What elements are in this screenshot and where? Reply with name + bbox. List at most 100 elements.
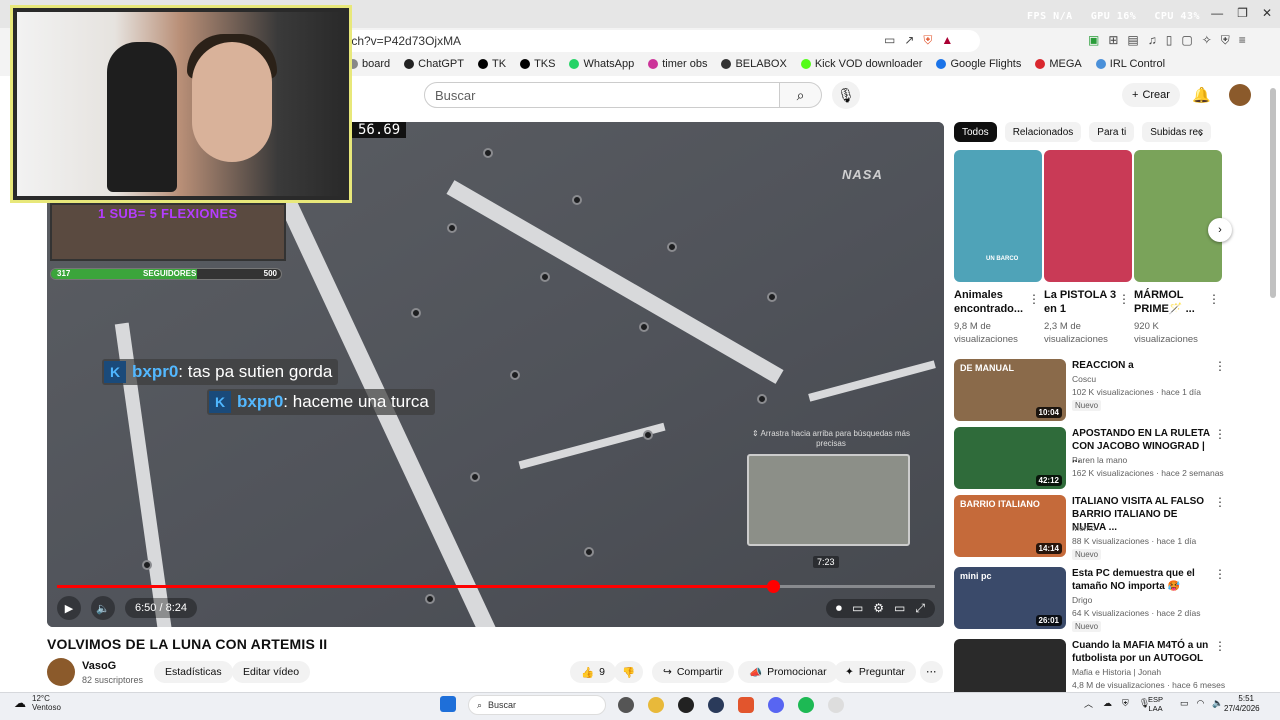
bookmark-item[interactable]: WhatsApp xyxy=(569,58,634,70)
shorts-thumbnail[interactable] xyxy=(1134,150,1222,282)
vpn-icon[interactable]: ⛨ xyxy=(1221,33,1230,48)
bookmark-item[interactable]: Kick VOD downloader xyxy=(800,58,922,70)
recommendation-title[interactable]: Cuando la MAFIA M4TÓ a un futbolista por… xyxy=(1072,639,1212,665)
more-vert-icon[interactable]: ⋮ xyxy=(1118,292,1130,306)
steam-icon[interactable] xyxy=(708,697,724,713)
recommendation-title[interactable]: Esta PC demuestra que el tamaño NO impor… xyxy=(1072,567,1212,593)
ai-icon[interactable]: ✧ xyxy=(1202,33,1212,48)
account-avatar[interactable] xyxy=(1229,84,1251,106)
discord-icon[interactable] xyxy=(768,697,784,713)
settings-gear-icon[interactable]: ⚙ xyxy=(873,601,884,616)
weather-widget[interactable]: ☁ 12°C Ventoso xyxy=(14,694,61,712)
autoplay-toggle-icon[interactable]: ⏺ xyxy=(836,601,842,616)
recommendation-item[interactable]: DE MANUAL 10:04 REACCION a Coscu 102 K visua… xyxy=(954,359,1226,423)
notifications-bell-icon[interactable]: 🔔 xyxy=(1192,86,1211,104)
recommendation-thumbnail[interactable]: 42:12 xyxy=(954,427,1066,489)
more-vert-icon[interactable]: ⋮ xyxy=(1214,495,1226,509)
wifi-icon[interactable]: ◠ xyxy=(1197,698,1205,709)
brave-browser-icon[interactable] xyxy=(738,697,754,713)
stats-button[interactable]: Estadísticas xyxy=(154,661,233,683)
dislike-button[interactable]: 👎 xyxy=(614,661,644,683)
monitor-icon[interactable]: ▭ xyxy=(1180,698,1189,709)
volume-icon[interactable]: 🔈 xyxy=(1212,698,1223,709)
bookmark-item[interactable]: MEGA xyxy=(1035,58,1082,70)
close-icon[interactable]: ✕ xyxy=(1262,6,1272,20)
rewards-icon[interactable]: ▲ xyxy=(941,33,953,48)
recommendation-channel[interactable]: Drigo xyxy=(1072,595,1092,605)
security-icon[interactable]: ⛨ xyxy=(1122,698,1129,709)
recommendation-channel[interactable]: Coscu xyxy=(1072,374,1096,384)
page-scrollbar[interactable] xyxy=(1270,88,1276,298)
subtitles-icon[interactable]: ▭ xyxy=(852,601,863,616)
menu-icon[interactable]: ≡ xyxy=(1239,33,1246,48)
bookmark-item[interactable]: TKS xyxy=(520,58,555,70)
wallet-icon[interactable]: ▢ xyxy=(1181,33,1192,48)
bookmark-item[interactable]: Google Flights xyxy=(936,58,1021,70)
recommendation-title[interactable]: REACCION a xyxy=(1072,359,1212,372)
minimize-icon[interactable]: — xyxy=(1211,6,1223,20)
recommendation-channel[interactable]: Momo xyxy=(1072,523,1096,533)
recommendation-thumbnail[interactable]: BARRIO ITALIANO 14:14 xyxy=(954,495,1066,557)
progress-bar[interactable] xyxy=(57,580,935,593)
music-icon[interactable]: ♫ xyxy=(1148,33,1157,48)
recommendation-item[interactable]: 42:12 APOSTANDO EN LA RULETA CON JACOBO W… xyxy=(954,427,1226,491)
filter-chip[interactable]: Todos xyxy=(954,122,997,142)
channel-name[interactable]: VasoG xyxy=(82,660,116,672)
bookmark-item[interactable]: ChatGPT xyxy=(404,58,464,70)
chevron-right-icon[interactable]: › xyxy=(1199,126,1203,140)
recommendation-item[interactable]: mini pc 26:01 Esta PC demuestra que el tam… xyxy=(954,567,1226,632)
progress-scrubber[interactable] xyxy=(766,580,780,593)
url-text[interactable]: tch?v=P42d73OjxMA xyxy=(348,34,461,48)
shorts-title[interactable]: La PISTOLA 3 en 1 xyxy=(1044,288,1120,316)
recommendation-channel[interactable]: Mafia e Historia | Jonah xyxy=(1072,667,1161,677)
more-actions-button[interactable]: ⋯ xyxy=(920,661,943,683)
chevron-up-icon[interactable]: ︿ xyxy=(1084,697,1093,710)
more-vert-icon[interactable]: ⋮ xyxy=(1028,292,1040,306)
extension-icon[interactable]: ⊞ xyxy=(1108,33,1118,48)
obs-icon[interactable] xyxy=(678,697,694,713)
more-vert-icon[interactable]: ⋮ xyxy=(1214,427,1226,441)
windows-start-icon[interactable] xyxy=(440,696,456,712)
share-icon[interactable]: ↗ xyxy=(904,33,914,48)
fullscreen-icon[interactable]: ⤢ xyxy=(915,601,925,616)
edit-video-button[interactable]: Editar vídeo xyxy=(232,661,311,683)
spotify-icon[interactable] xyxy=(798,697,814,713)
bookmark-item[interactable]: BELABOX xyxy=(721,58,787,70)
extension-4k-icon[interactable]: ▣ xyxy=(1088,33,1099,48)
voice-search-button[interactable]: 🎙 xyxy=(832,81,860,109)
filter-chip[interactable]: Para ti xyxy=(1089,122,1135,142)
clock[interactable]: 5:51 27/4/2026 xyxy=(1224,694,1260,714)
file-explorer-icon[interactable] xyxy=(648,697,664,713)
shorts-thumbnail[interactable] xyxy=(1044,150,1132,282)
recommendation-item[interactable]: BARRIO ITALIANO 14:14 ITALIANO VISITA AL F… xyxy=(954,495,1226,560)
bookmark-item[interactable]: timer obs xyxy=(648,58,707,70)
ask-button[interactable]: ✦ Preguntar xyxy=(834,661,916,683)
search-button[interactable]: ⌕ xyxy=(780,82,822,108)
volume-button[interactable]: 🔈 xyxy=(91,596,115,620)
shorts-thumbnail[interactable]: UN BARCO xyxy=(954,150,1042,282)
bookmark-item[interactable]: IRL Control xyxy=(1095,58,1165,70)
maximize-icon[interactable]: ❐ xyxy=(1237,6,1248,20)
taskbar-search[interactable]: ⌕ Buscar xyxy=(468,695,606,715)
more-vert-icon[interactable]: ⋮ xyxy=(1214,359,1226,373)
recommendation-channel[interactable]: Paren la mano xyxy=(1072,455,1127,465)
bookmark-item[interactable]: TK xyxy=(478,58,506,70)
theater-mode-icon[interactable]: ▭ xyxy=(894,601,905,616)
recommendation-thumbnail[interactable]: mini pc 26:01 xyxy=(954,567,1066,629)
sidebar-icon[interactable]: ▯ xyxy=(1166,33,1173,48)
bookmark-item[interactable]: board xyxy=(348,58,390,70)
notepad-icon[interactable] xyxy=(828,697,844,713)
play-button[interactable]: ▶ xyxy=(57,596,81,620)
more-vert-icon[interactable]: ⋮ xyxy=(1214,639,1226,653)
create-button[interactable]: + Crear xyxy=(1122,83,1180,107)
brave-shield-icon[interactable]: ⛨ xyxy=(923,33,932,48)
shorts-next-button[interactable]: › xyxy=(1208,218,1232,242)
share-button[interactable]: ↪ Compartir xyxy=(652,661,734,683)
shorts-title[interactable]: MÁRMOL PRIME🪄 ... xyxy=(1134,288,1210,316)
like-button[interactable]: 👍 9 xyxy=(570,661,616,683)
more-vert-icon[interactable]: ⋮ xyxy=(1214,567,1226,581)
install-icon[interactable]: ▭ xyxy=(884,33,895,48)
channel-avatar[interactable] xyxy=(47,658,75,686)
recommendation-thumbnail[interactable]: DE MANUAL 10:04 xyxy=(954,359,1066,421)
task-view-icon[interactable] xyxy=(618,697,634,713)
